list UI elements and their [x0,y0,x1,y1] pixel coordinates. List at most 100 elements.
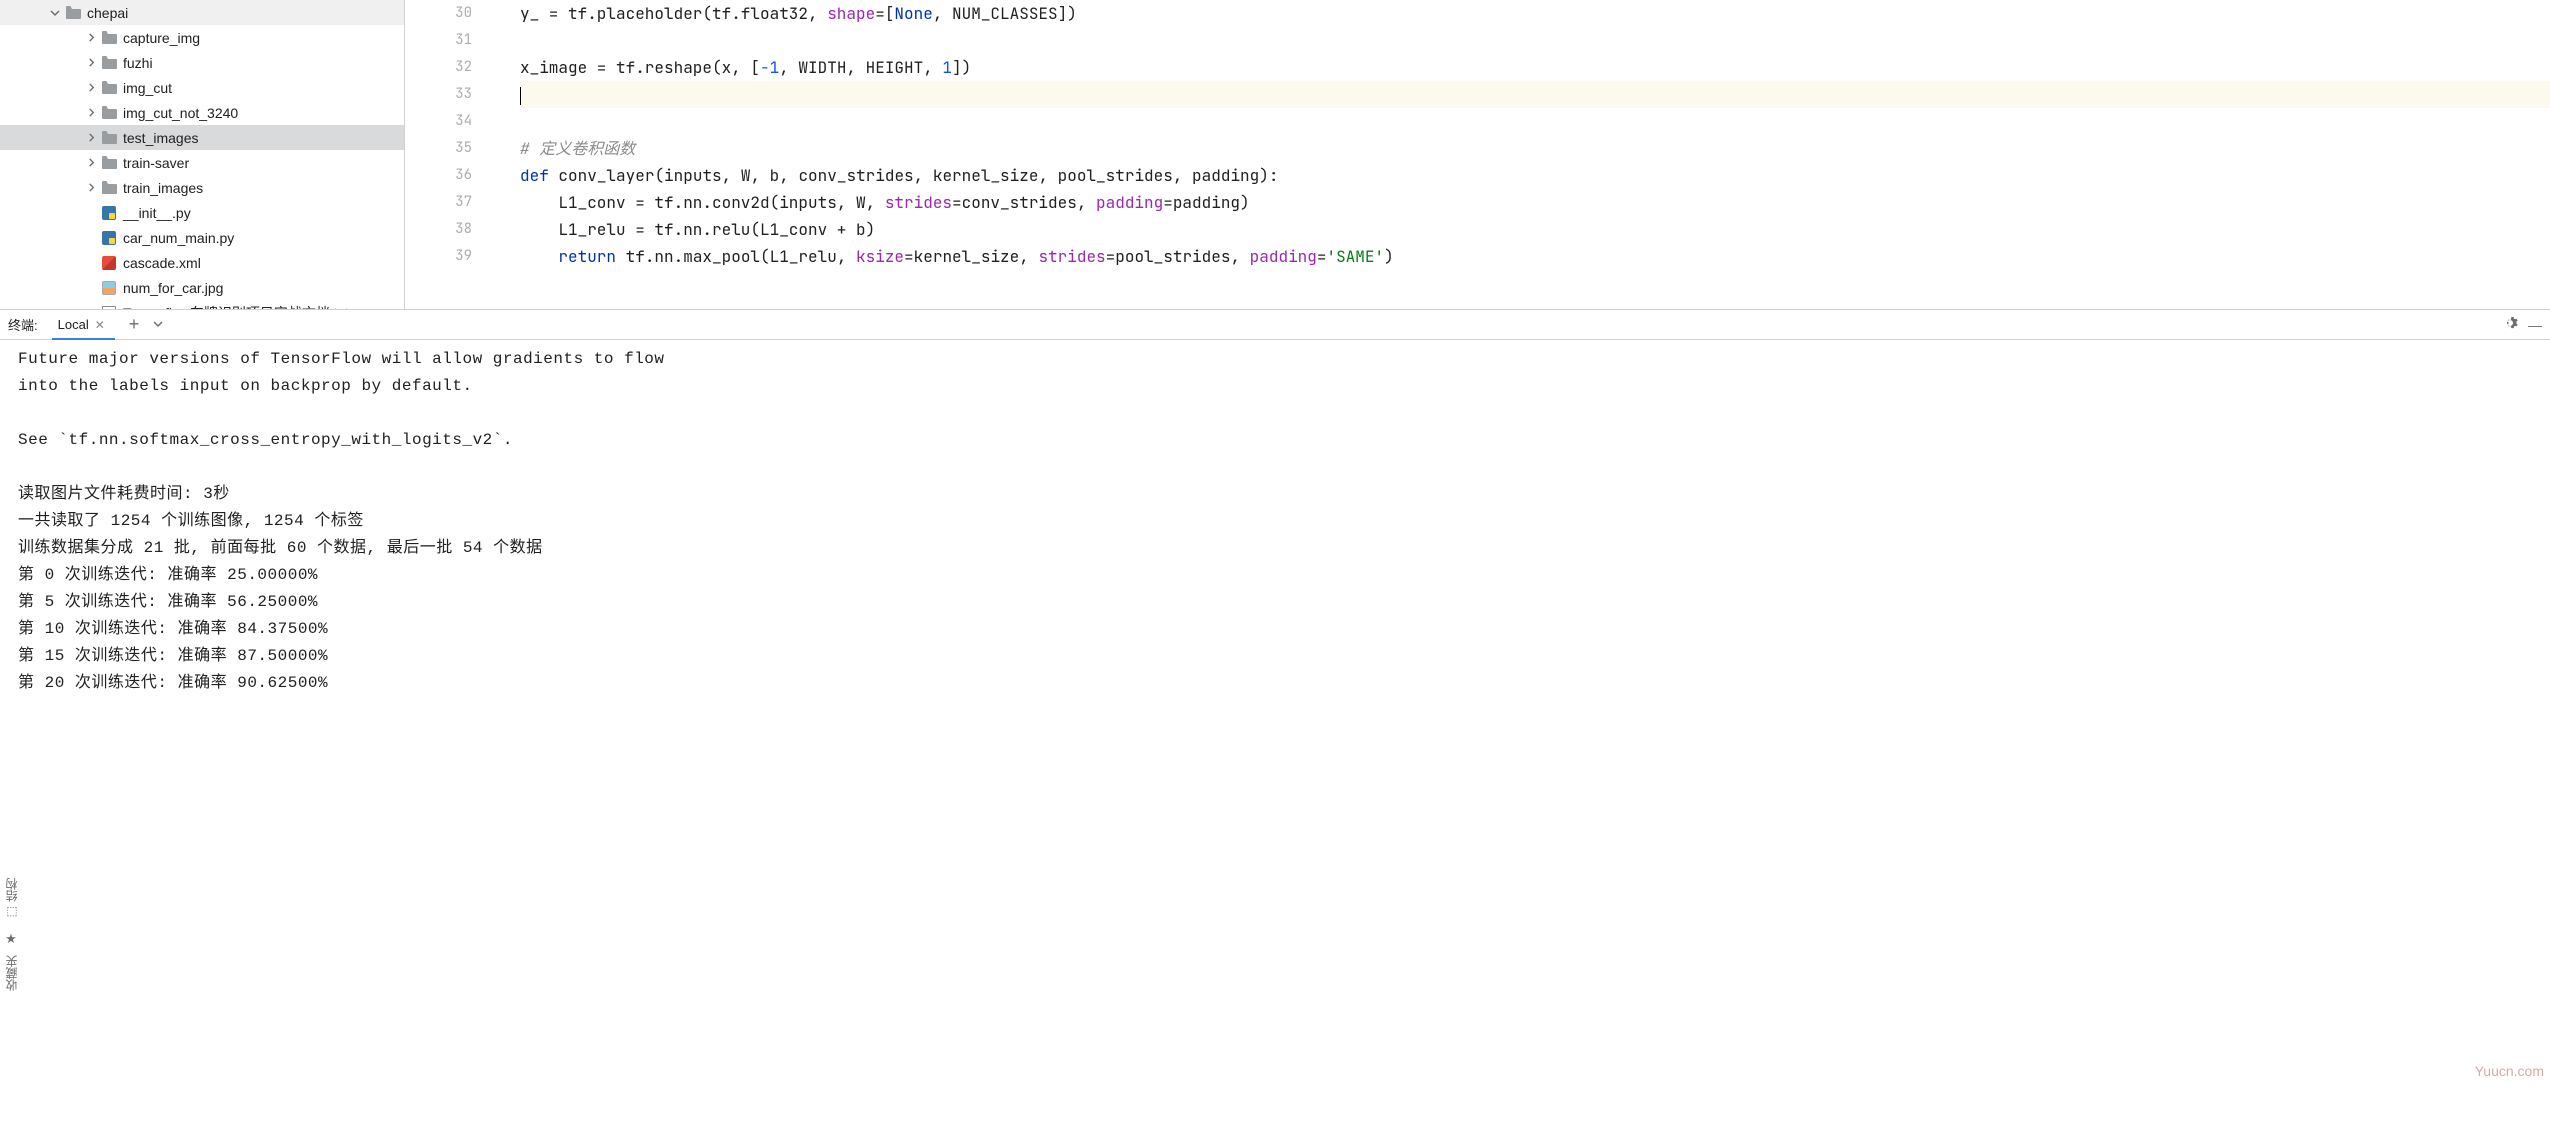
line-number[interactable]: 31 [405,27,490,54]
project-tree-sidebar[interactable]: chepai capture_imgfuzhi img_cut img_cut_no… [0,0,405,309]
line-number[interactable]: 33 [405,81,490,108]
code-line-34[interactable] [520,108,2550,135]
tree-item-tensorflow-txt[interactable]: Tensorflow车牌识别项目实战文档.txt [0,300,404,309]
code-line-30[interactable]: y_ = tf.placeholder(tf.float32, shape=[N… [520,0,2550,27]
terminal-line: 第 10 次训练迭代: 准确率 84.37500% [18,616,2532,643]
tree-item-label: Tensorflow车牌识别项目实战文档.txt [123,303,349,310]
folder-icon [101,130,117,146]
terminal-line: into the labels input on backprop by def… [18,373,2532,400]
tree-item--init-py[interactable]: __init__.py [0,200,404,225]
code-line-35[interactable]: # 定义卷积函数 [520,135,2550,162]
editor-content[interactable]: y_ = tf.placeholder(tf.float32, shape=[N… [490,0,2550,309]
tree-item-train-saver[interactable]: train-saver [0,150,404,175]
line-number[interactable]: 38 [405,216,490,243]
terminal-line: 训练数据集分成 21 批, 前面每批 60 个数据, 最后一批 54 个数据 [18,535,2532,562]
folder-icon [101,30,117,46]
terminal-line: Future major versions of TensorFlow will… [18,346,2532,373]
py-file-icon [101,205,117,221]
folder-icon [101,155,117,171]
chevron-right-icon[interactable] [84,181,98,195]
terminal-line: 第 20 次训练迭代: 准确率 90.62500% [18,670,2532,697]
folder-icon [101,180,117,196]
tree-item-train-images[interactable]: train_images [0,175,404,200]
tree-item-label: car_num_main.py [123,230,234,246]
tree-item-cascade-xml[interactable]: cascade.xml [0,250,404,275]
py-file-icon [101,230,117,246]
jpg-file-icon [101,280,117,296]
chevron-right-icon[interactable] [84,31,98,45]
tree-item-fuzhi[interactable]: fuzhi [0,50,404,75]
tree-folder-chepai[interactable]: chepai [0,0,404,25]
tree-item-label: train-saver [123,155,189,171]
terminal-output[interactable]: Future major versions of TensorFlow will… [0,340,2550,1130]
terminal-line: 第 5 次训练迭代: 准确率 56.25000% [18,589,2532,616]
gear-icon[interactable] [2502,315,2518,334]
chevron-down-icon[interactable] [153,318,163,332]
terminal-line: 一共读取了 1254 个训练图像, 1254 个标签 [18,508,2532,535]
xml-file-icon [101,255,117,271]
tree-item-num-for-car-jpg[interactable]: num_for_car.jpg [0,275,404,300]
terminal-line: 第 15 次训练迭代: 准确率 87.50000% [18,643,2532,670]
terminal-line: 读取图片文件耗费时间: 3秒 [18,481,2532,508]
terminal-title: 终端: [8,315,38,334]
chevron-right-icon[interactable] [84,156,98,170]
code-line-32[interactable]: x_image = tf.reshape(x, [-1, WIDTH, HEIG… [520,54,2550,81]
close-icon[interactable]: ✕ [95,318,105,332]
folder-icon [101,105,117,121]
tree-item-capture-img[interactable]: capture_img [0,25,404,50]
folder-icon [65,5,81,21]
tree-item-img-cut-not-3240[interactable]: img_cut_not_3240 [0,100,404,125]
tree-label: chepai [87,5,128,21]
code-line-36[interactable]: def conv_layer(inputs, W, b, conv_stride… [520,162,2550,189]
folder-icon [101,80,117,96]
terminal-tabs-bar: 终端: Local ✕ + — [0,310,2550,340]
star-icon[interactable]: ★ [5,931,17,947]
line-number[interactable]: 34 [405,108,490,135]
chevron-down-icon[interactable] [48,6,62,20]
folder-icon [101,55,117,71]
line-number[interactable]: 35 [405,135,490,162]
chevron-right-icon[interactable] [84,106,98,120]
tree-item-label: test_images [123,130,198,146]
tree-item-test-images[interactable]: test_images [0,125,404,150]
code-line-37[interactable]: L1_conv = tf.nn.conv2d(inputs, W, stride… [520,189,2550,216]
code-line-33[interactable] [520,81,2550,108]
code-line-39[interactable]: return tf.nn.max_pool(L1_relu, ksize=ker… [520,243,2550,270]
terminal-panel: 终端: Local ✕ + — Future major versions of… [0,310,2550,1130]
tree-item-label: train_images [123,180,203,196]
tree-item-img-cut[interactable]: img_cut [0,75,404,100]
terminal-tab-local[interactable]: Local ✕ [52,312,115,340]
tree-item-label: img_cut_not_3240 [123,105,238,121]
hide-panel-icon[interactable]: — [2528,317,2542,333]
terminal-line: See `tf.nn.softmax_cross_entropy_with_lo… [18,427,2532,454]
vert-tab-favorites[interactable]: 收藏夹 [1,947,22,999]
code-editor[interactable]: 30313233343536373839 y_ = tf.placeholder… [405,0,2550,309]
line-number[interactable]: 39 [405,243,490,270]
line-number[interactable]: 30 [405,0,490,27]
tree-item-label: fuzhi [123,55,153,71]
chevron-right-icon[interactable] [84,56,98,70]
editor-gutter[interactable]: 30313233343536373839 [405,0,490,309]
tree-item-label: __init__.py [123,205,191,221]
tree-item-car-num-main-py[interactable]: car_num_main.py [0,225,404,250]
tree-item-label: img_cut [123,80,172,96]
line-number[interactable]: 32 [405,54,490,81]
chevron-right-icon[interactable] [84,131,98,145]
vert-tab-structure[interactable]: ⬚ 结构 [1,870,22,927]
terminal-tab-label: Local [58,317,89,332]
tree-item-label: num_for_car.jpg [123,280,223,296]
watermark-text: Yuucn.com [2475,1063,2544,1079]
add-terminal-icon[interactable]: + [129,314,140,335]
tree-item-label: capture_img [123,30,200,46]
line-number[interactable]: 36 [405,162,490,189]
top-split-area: chepai capture_imgfuzhi img_cut img_cut_no… [0,0,2550,310]
chevron-right-icon[interactable] [84,81,98,95]
code-line-38[interactable]: L1_relu = tf.nn.relu(L1_conv + b) [520,216,2550,243]
line-number[interactable]: 37 [405,189,490,216]
txt-file-icon [101,305,117,310]
left-toolwindow-tabs: ⬚ 结构 ★ 收藏夹 [0,870,22,999]
tree-item-label: cascade.xml [123,255,201,271]
terminal-line [18,400,2532,427]
terminal-line: 第 0 次训练迭代: 准确率 25.00000% [18,562,2532,589]
code-line-31[interactable] [520,27,2550,54]
